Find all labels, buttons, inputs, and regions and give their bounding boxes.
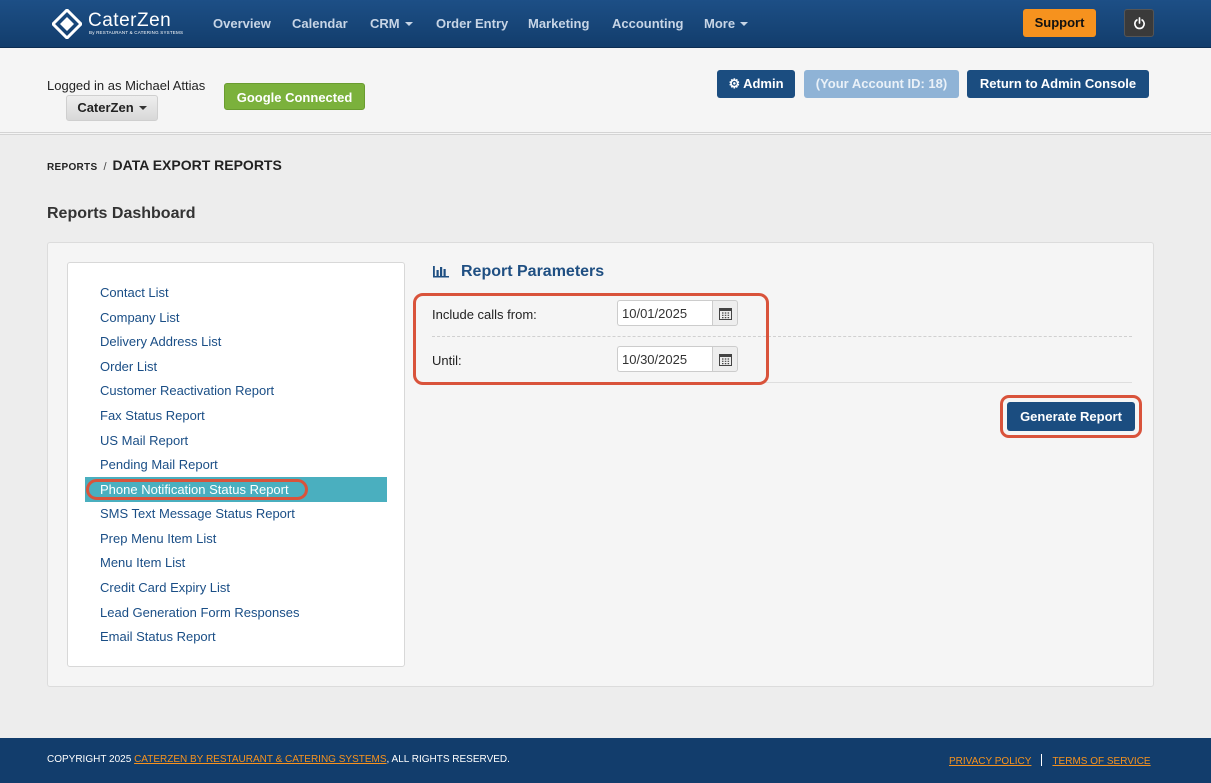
reports-panel: Contact List Company List Delivery Addre… [47, 242, 1154, 687]
nav-overview[interactable]: Overview [213, 16, 271, 31]
nav-calendar[interactable]: Calendar [292, 16, 348, 31]
nav-order-entry-label: Order Entry [436, 16, 509, 31]
nav-order-entry[interactable]: Order Entry [436, 16, 508, 31]
return-admin-console-button[interactable]: Return to Admin Console [967, 70, 1149, 98]
calendar-icon [719, 308, 732, 320]
report-item-customer-reactivation[interactable]: Customer Reactivation Report [85, 378, 387, 403]
report-item-menu-item-list[interactable]: Menu Item List [85, 550, 387, 575]
footer-copyright: COPYRIGHT 2025 CATERZEN BY RESTAURANT & … [47, 754, 510, 765]
breadcrumb-separator: / [103, 161, 107, 173]
admin-label: Admin [743, 76, 784, 91]
logo-text: CaterZen [88, 10, 172, 31]
nav-crm-label: CRM [370, 16, 400, 31]
company-link[interactable]: CATERZEN BY RESTAURANT & CATERING SYSTEM… [134, 754, 386, 765]
account-header: Logged in as Michael Attias CaterZen Goo… [0, 48, 1211, 135]
breadcrumb-current: DATA EXPORT REPORTS [112, 157, 282, 173]
top-navbar: CaterZen By RESTAURANT & CATERING SYSTEM… [0, 0, 1211, 48]
terms-of-service-link[interactable]: TERMS OF SERVICE [1052, 756, 1150, 767]
report-item-delivery-address-list[interactable]: Delivery Address List [85, 329, 387, 354]
logo-diamond-icon [52, 9, 82, 39]
from-date-label: Include calls from: [432, 307, 537, 322]
report-item-company-list[interactable]: Company List [85, 305, 387, 330]
footer-divider [1041, 754, 1043, 766]
admin-button[interactable]: ⚙ Admin [717, 70, 795, 98]
chevron-down-icon [138, 106, 147, 110]
report-item-prep-menu-item-list[interactable]: Prep Menu Item List [85, 526, 387, 551]
chevron-down-icon [740, 22, 749, 26]
power-icon [1134, 17, 1145, 30]
nav-marketing-label: Marketing [528, 16, 590, 31]
until-date-input[interactable] [617, 346, 713, 372]
nav-more-label: More [704, 16, 736, 31]
google-connected-badge[interactable]: Google Connected [224, 83, 365, 110]
calendar-icon [719, 354, 732, 366]
logo-tagline: By RESTAURANT & CATERING SYSTEMS [89, 30, 184, 35]
report-item-credit-card-expiry[interactable]: Credit Card Expiry List [85, 575, 387, 600]
nav-accounting[interactable]: Accounting [612, 16, 684, 31]
report-item-lead-generation-responses[interactable]: Lead Generation Form Responses [85, 600, 387, 625]
report-item-contact-list[interactable]: Contact List [85, 280, 387, 305]
report-item-order-list[interactable]: Order List [85, 354, 387, 379]
logout-button[interactable] [1124, 9, 1154, 37]
support-button[interactable]: Support [1023, 9, 1096, 37]
page-title: Reports Dashboard [47, 205, 196, 222]
nav-calendar-label: Calendar [292, 16, 348, 31]
logged-in-text: Logged in as Michael Attias [47, 78, 206, 93]
report-item-fax-status[interactable]: Fax Status Report [85, 403, 387, 428]
footer-links: PRIVACY POLICY TERMS OF SERVICE [949, 754, 1151, 767]
from-date-calendar-button[interactable] [712, 300, 738, 326]
report-item-sms-text-status[interactable]: SMS Text Message Status Report [85, 501, 387, 526]
bar-chart-icon [433, 266, 449, 278]
report-parameters-title: Report Parameters [461, 263, 605, 280]
report-item-email-status[interactable]: Email Status Report [85, 624, 387, 649]
breadcrumb: REPORTS / DATA EXPORT REPORTS [47, 157, 282, 173]
param-row-until: Until: [432, 337, 1132, 383]
generate-report-button[interactable]: Generate Report [1007, 402, 1135, 431]
copyright-suffix: , ALL RIGHTS RESERVED. [386, 754, 510, 765]
param-row-from: Include calls from: [432, 291, 1132, 337]
report-list: Contact List Company List Delivery Addre… [67, 262, 405, 667]
until-date-calendar-button[interactable] [712, 346, 738, 372]
account-dropdown[interactable]: CaterZen [66, 95, 158, 121]
until-date-label: Until: [432, 353, 462, 368]
nav-crm[interactable]: CRM [370, 16, 413, 31]
breadcrumb-reports-link[interactable]: REPORTS [47, 162, 97, 173]
from-date-input[interactable] [617, 300, 713, 326]
account-name: CaterZen [77, 100, 134, 115]
nav-overview-label: Overview [213, 16, 271, 31]
nav-marketing[interactable]: Marketing [528, 16, 589, 31]
report-item-pending-mail[interactable]: Pending Mail Report [85, 452, 387, 477]
copyright-prefix: COPYRIGHT 2025 [47, 754, 135, 765]
account-id-button: (Your Account ID: 18) [804, 70, 959, 98]
gear-icon: ⚙ [728, 76, 741, 91]
caterzen-logo[interactable]: CaterZen By RESTAURANT & CATERING SYSTEM… [52, 8, 192, 40]
nav-more[interactable]: More [704, 16, 749, 31]
footer: COPYRIGHT 2025 CATERZEN BY RESTAURANT & … [0, 738, 1211, 783]
report-item-phone-notification-status[interactable]: Phone Notification Status Report [85, 477, 387, 502]
chevron-down-icon [404, 22, 413, 26]
nav-accounting-label: Accounting [612, 16, 684, 31]
privacy-policy-link[interactable]: PRIVACY POLICY [949, 756, 1031, 767]
report-item-us-mail[interactable]: US Mail Report [85, 428, 387, 453]
